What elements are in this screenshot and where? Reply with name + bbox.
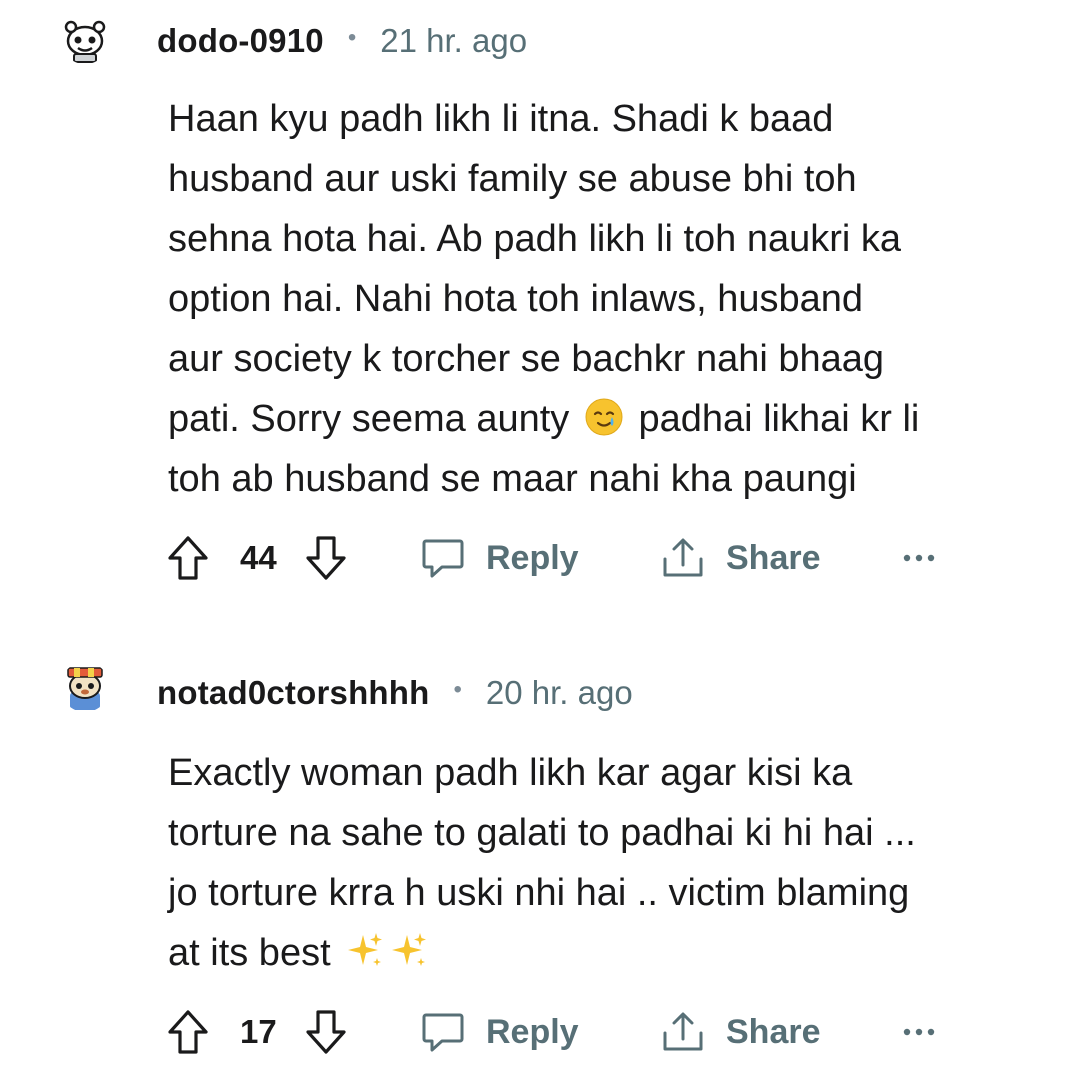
reply-button[interactable]: Reply: [420, 530, 579, 586]
share-upload-icon: [663, 1012, 703, 1051]
vote-score: 44: [240, 539, 277, 576]
share-label: Share: [726, 1012, 821, 1051]
upvote-arrow-icon: [168, 536, 208, 580]
comment-line: husband aur uski family se abuse bhi toh: [168, 158, 857, 200]
comment-line: toh ab husband se maar nahi kha paungi: [168, 458, 857, 500]
share-button[interactable]: Share: [660, 1004, 821, 1060]
avatar[interactable]: [60, 662, 110, 712]
timestamp: 21 hr. ago: [380, 22, 528, 59]
comment-text: padhai likhai kr li: [638, 398, 920, 440]
sparkles-icon: [345, 931, 385, 971]
reply-label: Reply: [486, 1012, 579, 1051]
more-dots-icon: [903, 1028, 935, 1036]
comment-body: Haan kyu padh likh li itna. Shadi k baad…: [168, 89, 1048, 509]
comment-line: sehna hota hai. Ab padh likh li toh nauk…: [168, 218, 902, 260]
speech-bubble-icon: [422, 1013, 464, 1052]
snoo-avatar-icon: [60, 662, 110, 712]
speech-bubble-icon: [422, 539, 464, 578]
more-dots-icon: [903, 554, 935, 562]
separator-dot: •: [453, 676, 462, 703]
share-button[interactable]: Share: [660, 530, 821, 586]
downvote-button[interactable]: [304, 1004, 348, 1060]
avatar[interactable]: [60, 14, 110, 64]
username[interactable]: notad0ctorshhhh: [157, 674, 430, 712]
upvote-button[interactable]: [166, 1004, 210, 1060]
share-label: Share: [726, 538, 821, 577]
more-options-button[interactable]: [902, 530, 936, 586]
comment-line: jo torture krra h uski nhi hai .. victim…: [168, 872, 910, 914]
comment-line: torture na sahe to galati to padhai ki h…: [168, 812, 916, 854]
more-options-button[interactable]: [902, 1004, 936, 1060]
share-upload-icon: [663, 538, 703, 577]
upvote-button[interactable]: [166, 530, 210, 586]
comment-header: dodo-0910 • 21 hr. ago: [157, 19, 527, 63]
comment-text: pati. Sorry seema aunty: [168, 398, 570, 440]
timestamp: 20 hr. ago: [485, 674, 633, 711]
downvote-button[interactable]: [304, 530, 348, 586]
smiling-face-with-tear-icon: [584, 397, 624, 437]
comment-body: Exactly woman padh likh kar agar kisi ka…: [168, 743, 1048, 983]
downvote-arrow-icon: [306, 1010, 346, 1054]
comment-line: option hai. Nahi hota toh inlaws, husban…: [168, 278, 864, 320]
sparkles-icon: [389, 931, 429, 971]
snoo-avatar-icon: [60, 14, 110, 64]
reply-button[interactable]: Reply: [420, 1004, 579, 1060]
comment-actions: 17 Reply Share: [166, 1004, 1046, 1060]
username[interactable]: dodo-0910: [157, 22, 324, 60]
comment-header: notad0ctorshhhh • 20 hr. ago: [157, 671, 633, 715]
comment-text: at its best: [168, 932, 331, 974]
comment-line: Haan kyu padh likh li itna. Shadi k baad: [168, 98, 834, 140]
comment-line: aur society k torcher se bachkr nahi bha…: [168, 338, 885, 380]
comment-actions: 44 Reply Share: [166, 530, 1046, 586]
comment-line: pati. Sorry seema aunty padhai likhai kr…: [168, 389, 1048, 449]
upvote-arrow-icon: [168, 1010, 208, 1054]
comment-line: Exactly woman padh likh kar agar kisi ka: [168, 752, 853, 794]
downvote-arrow-icon: [306, 536, 346, 580]
reply-label: Reply: [486, 538, 579, 577]
vote-score: 17: [240, 1013, 277, 1050]
separator-dot: •: [347, 24, 357, 51]
comment-line: at its best: [168, 923, 1048, 983]
